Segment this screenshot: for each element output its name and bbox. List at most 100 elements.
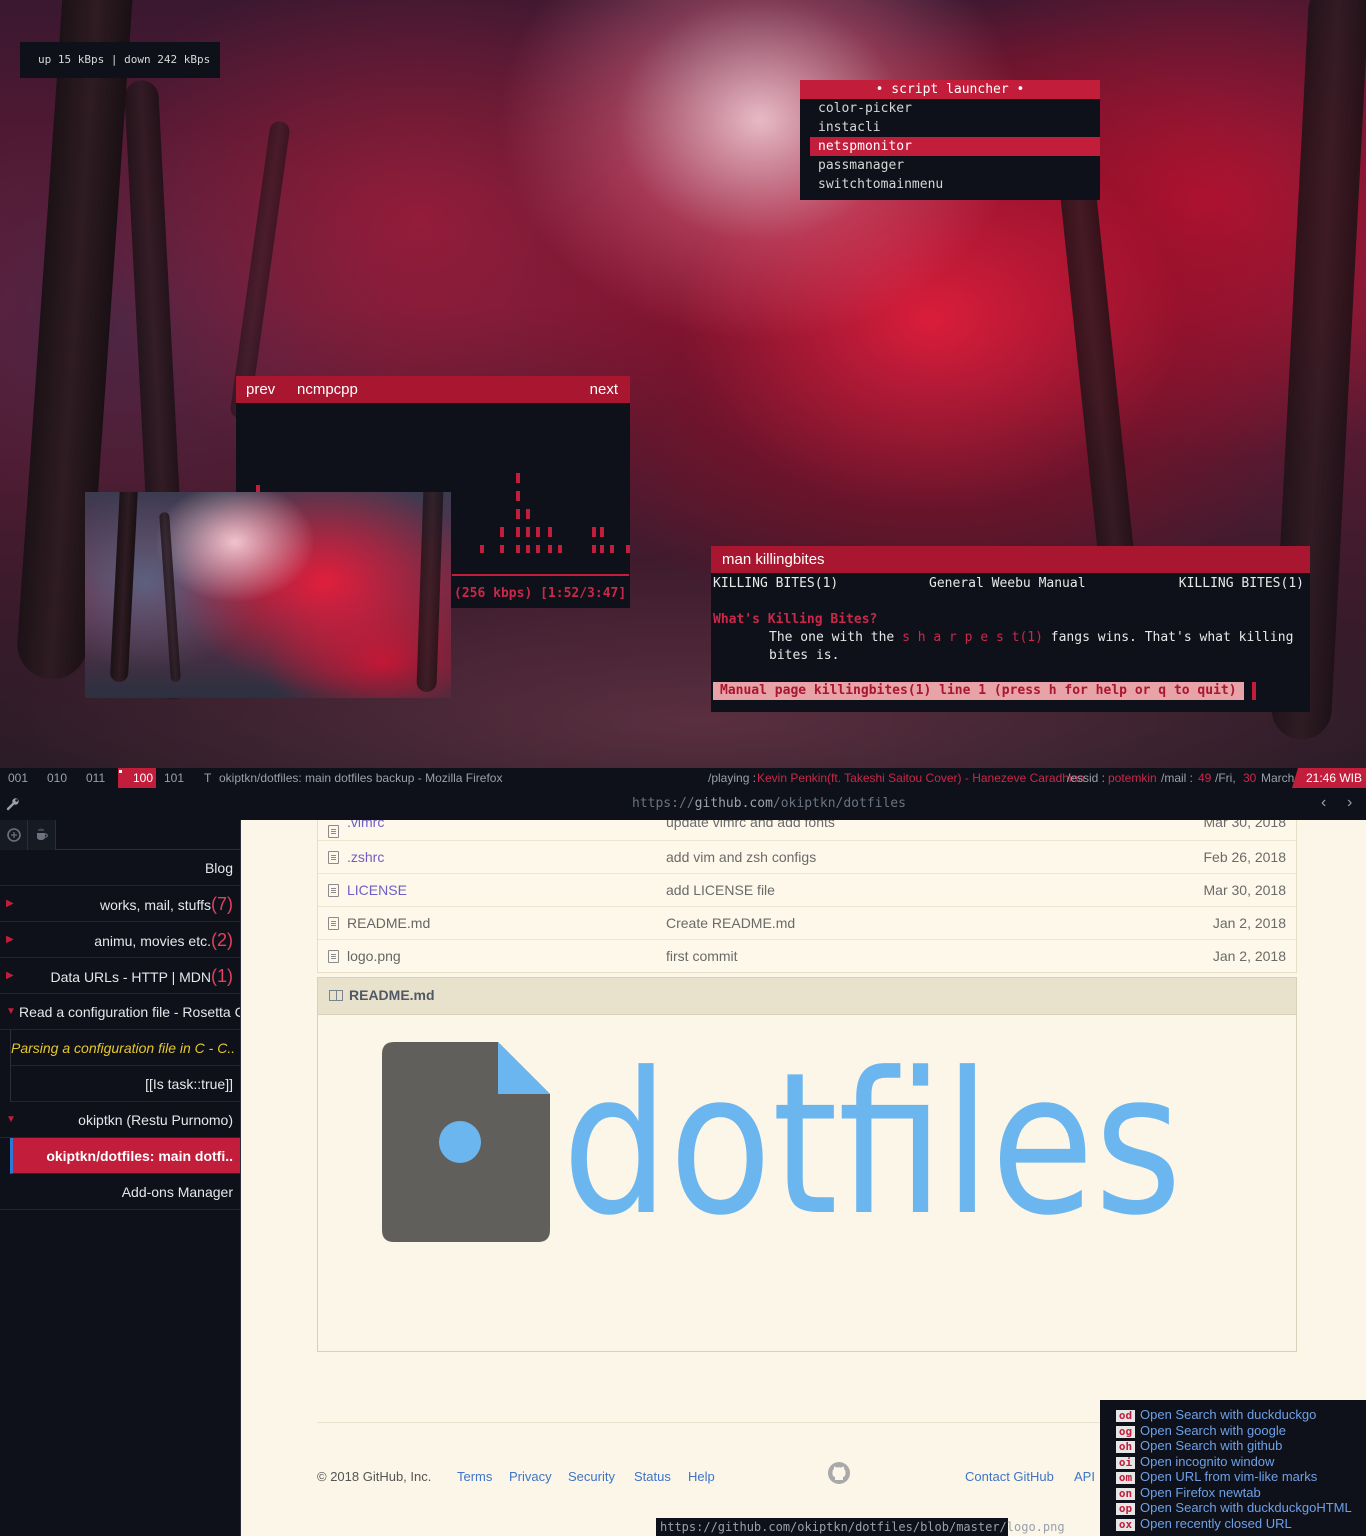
tab-sidebar: Blog ▶ works, mail, stuffs(7) ▶ animu, mov… — [0, 820, 241, 1536]
desktop-wallpaper: up 15 kBps | down 242 kBps • script laun… — [0, 0, 1366, 768]
file-row[interactable]: LICENSE add LICENSE file Mar 30, 2018 — [318, 873, 1296, 906]
next-button[interactable]: next — [590, 376, 618, 403]
hint-item[interactable]: og Open Search with google — [1116, 1423, 1366, 1439]
sidebar-tab-dotfiles-active[interactable]: okiptkn/dotfiles: main dotfi.. — [10, 1138, 240, 1174]
commit-message[interactable]: first commit — [666, 940, 738, 973]
commit-message[interactable]: add LICENSE file — [666, 874, 775, 907]
hints-popup: od Open Search with duckduckgo og Open Sear… — [1100, 1400, 1366, 1536]
tab-count: (7) — [211, 894, 233, 914]
visualizer-bar — [610, 545, 614, 553]
hint-item[interactable]: op Open Search with duckduckgoHTML — [1116, 1500, 1366, 1516]
tab-label: okiptkn/dotfiles: main dotfi.. — [46, 1148, 233, 1164]
commit-date: Mar 30, 2018 — [1203, 820, 1287, 830]
document-dot — [439, 1121, 481, 1163]
readme-title[interactable]: README.md — [349, 987, 435, 1003]
workspace-100-active[interactable]: 100 — [118, 768, 156, 788]
hint-item[interactable]: om Open URL from vim-like marks — [1116, 1469, 1366, 1485]
sidebar-tab-is-task[interactable]: [[Is task::true]] — [10, 1066, 240, 1102]
visualizer-bar — [600, 545, 604, 553]
launcher-item[interactable]: passmanager — [800, 156, 1100, 175]
url-text[interactable]: https://github.com/okiptkn/dotfiles — [632, 796, 906, 811]
commit-message[interactable]: add vim and zsh configs — [666, 841, 816, 874]
launcher-item[interactable]: color-picker — [800, 99, 1100, 118]
visualizer-bar — [480, 545, 484, 553]
footer-link-api[interactable]: API — [1074, 1469, 1095, 1484]
footer-link-security[interactable]: Security — [568, 1469, 615, 1484]
sidebar-tab-blog[interactable]: Blog — [0, 850, 240, 886]
wallpaper-preview-window — [85, 492, 451, 698]
dotfiles-logo: dotfiles — [382, 1042, 1182, 1252]
prev-button[interactable]: prev — [246, 376, 275, 403]
file-name[interactable]: .zshrc — [347, 841, 384, 874]
script-launcher: • script launcher • color-picker instacl… — [800, 80, 1100, 200]
sidebar-tab-rosetta[interactable]: ▼ Read a configuration file - Rosetta C.. — [0, 994, 240, 1030]
sidebar-tab-animu[interactable]: ▶ animu, movies etc.(2) — [0, 922, 240, 958]
workspace-101[interactable]: 101 — [164, 768, 184, 788]
file-row[interactable]: logo.png first commit Jan 2, 2018 — [318, 939, 1296, 972]
visualizer-bar — [548, 545, 552, 553]
tree-trunk — [229, 120, 291, 420]
file-name[interactable]: .vimrc — [347, 820, 384, 829]
footer-link-privacy[interactable]: Privacy — [509, 1469, 552, 1484]
expand-arrow-icon[interactable]: ▼ — [6, 1102, 16, 1137]
man-titlebar: man killingbites — [711, 546, 1310, 573]
hint-label: Open Firefox newtab — [1140, 1484, 1261, 1500]
url-bar[interactable]: https://github.com/okiptkn/dotfiles ‹ › — [0, 788, 1366, 820]
back-icon[interactable]: ‹ — [1321, 794, 1326, 812]
sidebar-tab-okiptkn[interactable]: ▼ okiptkn (Restu Purnomo) — [0, 1102, 240, 1138]
man-body-text: fangs wins. That's what killing — [1042, 630, 1294, 645]
file-name[interactable]: LICENSE — [347, 874, 407, 907]
sidebar-tab-addons[interactable]: Add-ons Manager — [0, 1174, 240, 1210]
sidebar-tab-parsing-config[interactable]: Parsing a configuration file in C - C.. — [10, 1030, 240, 1066]
file-name[interactable]: logo.png — [347, 940, 401, 973]
collapse-arrow-icon[interactable]: ▶ — [6, 958, 14, 993]
file-row[interactable]: README.md Create README.md Jan 2, 2018 — [318, 906, 1296, 939]
commit-message[interactable]: update vimrc and add fonts — [666, 820, 835, 829]
hint-label: Open Search with github — [1140, 1438, 1283, 1453]
file-row[interactable]: .zshrc add vim and zsh configs Feb 26, 201… — [318, 840, 1296, 873]
visualizer-bar — [516, 491, 520, 501]
forward-icon[interactable]: › — [1347, 794, 1352, 812]
file-row[interactable]: .vimrc update vimrc and add fonts Mar 30, … — [318, 820, 1296, 840]
man-prompt: Manual page killingbites(1) line 1 (pres… — [713, 682, 1244, 700]
file-icon — [328, 825, 339, 838]
tab-label: Parsing a configuration file in C - C.. — [11, 1040, 236, 1056]
github-icon[interactable] — [827, 1461, 851, 1485]
file-list: .vimrc update vimrc and add fonts Mar 30, … — [317, 820, 1297, 973]
launcher-item-selected[interactable]: netspmonitor — [810, 137, 1100, 156]
commit-date: Mar 30, 2018 — [1203, 882, 1287, 898]
hint-key: og — [1116, 1425, 1135, 1438]
workspace-001[interactable]: 001 — [8, 768, 28, 788]
workspace-011[interactable]: 011 — [86, 768, 105, 788]
tab-label: [[Is task::true]] — [145, 1076, 233, 1092]
wrench-icon[interactable] — [6, 797, 20, 811]
commit-date: Jan 2, 2018 — [1212, 915, 1286, 931]
footer-link-status[interactable]: Status — [634, 1469, 671, 1484]
expand-arrow-icon[interactable]: ▼ — [6, 994, 16, 1029]
collapse-arrow-icon[interactable]: ▶ — [6, 922, 14, 957]
hint-key: on — [1116, 1487, 1135, 1500]
sidebar-tab-data-urls[interactable]: ▶ Data URLs - HTTP | MDN(1) — [0, 958, 240, 994]
hint-item[interactable]: ox Open recently closed URL — [1116, 1516, 1366, 1532]
footer-link-contact[interactable]: Contact GitHub — [965, 1469, 1054, 1484]
document-corner — [498, 1042, 550, 1094]
hint-item[interactable]: on Open Firefox newtab — [1116, 1485, 1366, 1501]
file-name[interactable]: README.md — [347, 907, 430, 940]
collapse-arrow-icon[interactable]: ▶ — [6, 886, 14, 921]
visualizer-bar — [592, 527, 596, 537]
search-tabs-icon[interactable] — [0, 820, 28, 850]
tab-label: okiptkn (Restu Purnomo) — [78, 1112, 233, 1128]
clock: 21:46 WIB — [1291, 768, 1366, 788]
commit-message[interactable]: Create README.md — [666, 907, 795, 940]
sidebar-tab-works[interactable]: ▶ works, mail, stuffs(7) — [0, 886, 240, 922]
hint-item[interactable]: od Open Search with duckduckgo — [1116, 1407, 1366, 1423]
workspace-010[interactable]: 010 — [47, 768, 67, 788]
footer-link-help[interactable]: Help — [688, 1469, 715, 1484]
footer-link-terms[interactable]: Terms — [457, 1469, 492, 1484]
man-header-center: General Weebu Manual — [929, 576, 1086, 591]
coffee-icon[interactable] — [28, 820, 56, 850]
hint-item[interactable]: oi Open incognito window — [1116, 1454, 1366, 1470]
hint-item[interactable]: oh Open Search with github — [1116, 1438, 1366, 1454]
launcher-item[interactable]: switchtomainmenu — [800, 175, 1100, 194]
launcher-item[interactable]: instacli — [800, 118, 1100, 137]
